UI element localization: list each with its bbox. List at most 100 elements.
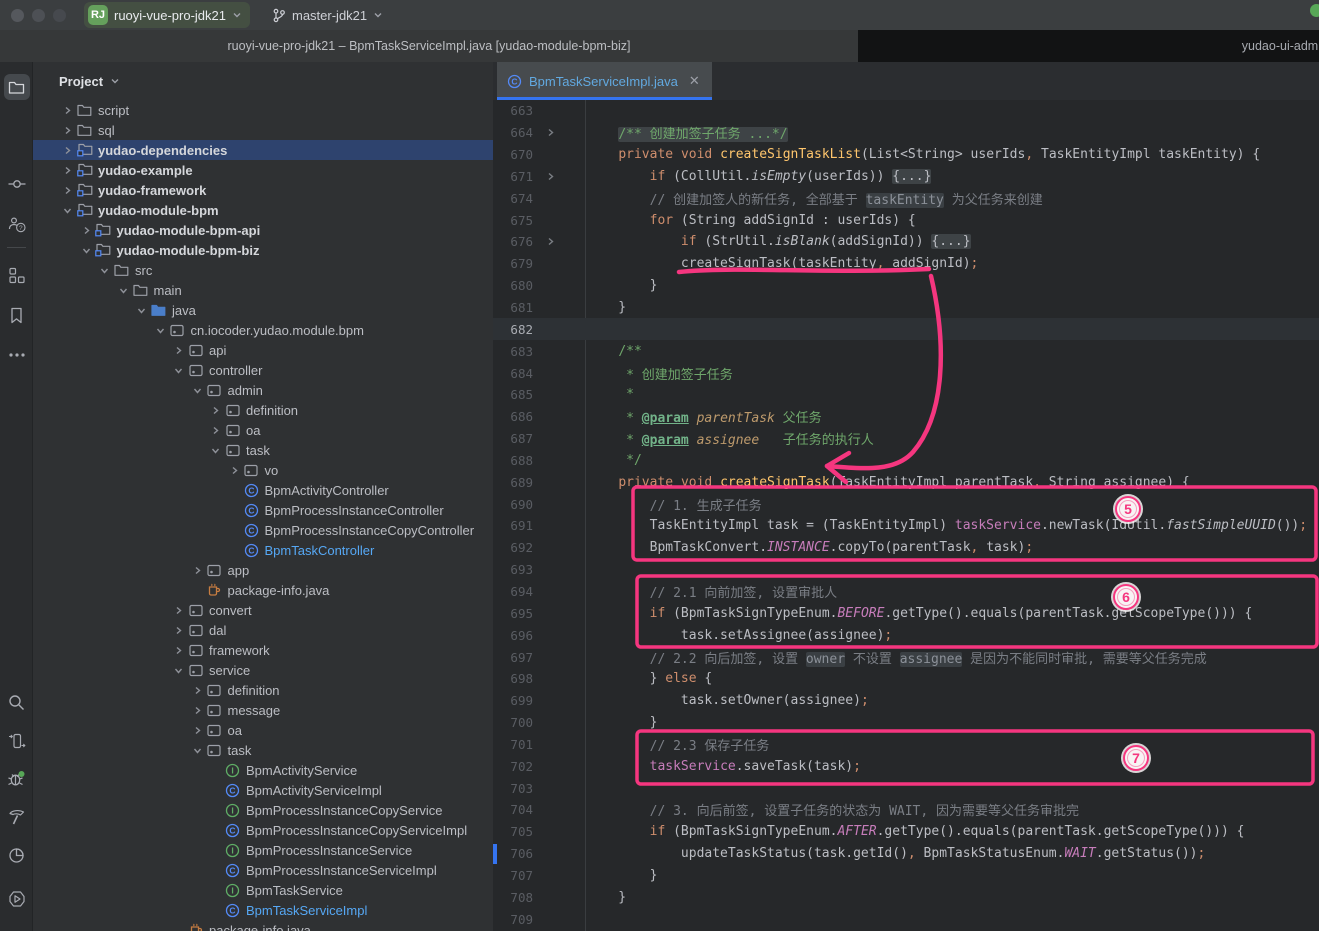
line-number[interactable]: 698 <box>493 671 533 686</box>
fold-chevron-icon[interactable] <box>533 172 567 181</box>
tree-chevron-icon[interactable] <box>207 442 224 458</box>
editor-gutter[interactable]: 703 <box>493 777 585 799</box>
code-line[interactable]: 674 // 创建加签人的新任务, 全部基于 taskEntity 为父任务来创… <box>493 187 1319 209</box>
debug-icon[interactable] <box>0 764 33 794</box>
code-line[interactable]: 702 taskService.saveTask(task); <box>493 755 1319 777</box>
tree-item[interactable]: main <box>33 280 493 300</box>
tree-chevron-icon[interactable] <box>189 682 206 698</box>
line-number[interactable]: 675 <box>493 213 533 228</box>
tree-item[interactable]: script <box>33 100 493 120</box>
line-number[interactable]: 681 <box>493 300 533 315</box>
editor-gutter[interactable]: 708 <box>493 886 585 908</box>
line-number[interactable]: 708 <box>493 890 533 905</box>
tree-item[interactable]: vo <box>33 460 493 480</box>
tree-item[interactable]: IBpmProcessInstanceCopyService <box>33 800 493 820</box>
tree-item[interactable]: cn.iocoder.yudao.module.bpm <box>33 320 493 340</box>
editor-gutter[interactable]: 686 <box>493 406 585 428</box>
tree-item[interactable]: oa <box>33 420 493 440</box>
line-number[interactable]: 685 <box>493 387 533 402</box>
tree-chevron-icon[interactable] <box>189 742 206 758</box>
tree-chevron-icon[interactable] <box>59 182 76 198</box>
tree-item[interactable]: yudao-dependencies <box>33 140 493 160</box>
search-icon[interactable] <box>0 687 33 717</box>
editor-gutter[interactable]: 684 <box>493 362 585 384</box>
tree-chevron-icon[interactable] <box>170 642 187 658</box>
editor-gutter[interactable]: 670 <box>493 144 585 166</box>
tree-item[interactable]: CBpmProcessInstanceCopyServiceImpl <box>33 820 493 840</box>
tree-item[interactable]: admin <box>33 380 493 400</box>
tree-item[interactable]: task <box>33 740 493 760</box>
tree-chevron-icon[interactable] <box>59 142 76 158</box>
tree-item[interactable]: CBpmActivityServiceImpl <box>33 780 493 800</box>
code-line[interactable]: 689 private void createSignTask(TaskEnti… <box>493 471 1319 493</box>
code-line[interactable]: 664 /** 创建加签子任务 ...*/ <box>493 122 1319 144</box>
tree-item[interactable]: convert <box>33 600 493 620</box>
code-line[interactable]: 680 } <box>493 275 1319 297</box>
editor-gutter[interactable]: 694 <box>493 581 585 603</box>
commit-icon[interactable] <box>0 169 33 199</box>
editor-gutter[interactable]: 676 <box>493 231 585 253</box>
tree-chevron-icon[interactable] <box>170 662 187 678</box>
tree-item[interactable]: framework <box>33 640 493 660</box>
project-widget[interactable]: RJ ruoyi-vue-pro-jdk21 <box>84 2 250 28</box>
line-number[interactable]: 679 <box>493 256 533 271</box>
code-line[interactable]: 697 // 2.2 向后加签, 设置 owner 不设置 assignee 是… <box>493 646 1319 668</box>
editor-gutter[interactable]: 692 <box>493 537 585 559</box>
line-number[interactable]: 664 <box>493 125 533 140</box>
line-number[interactable]: 683 <box>493 344 533 359</box>
line-number[interactable]: 705 <box>493 824 533 839</box>
code-line[interactable]: 708 } <box>493 886 1319 908</box>
editor-gutter[interactable]: 700 <box>493 712 585 734</box>
tree-item[interactable]: controller <box>33 360 493 380</box>
project-panel-header[interactable]: Project <box>33 62 493 100</box>
editor-gutter[interactable]: 683 <box>493 340 585 362</box>
editor-gutter[interactable]: 680 <box>493 275 585 297</box>
line-number[interactable]: 687 <box>493 431 533 446</box>
code-line[interactable]: 682 <box>493 318 1319 340</box>
tree-item[interactable]: CBpmProcessInstanceCopyController <box>33 520 493 540</box>
line-number[interactable]: 709 <box>493 912 533 927</box>
more-icon[interactable] <box>0 340 33 370</box>
editor-gutter[interactable]: 675 <box>493 209 585 231</box>
tree-chevron-icon[interactable] <box>170 362 187 378</box>
tree-item[interactable]: yudao-module-bpm-biz <box>33 240 493 260</box>
code-line[interactable]: 676 if (StrUtil.isBlank(addSignId)) {...… <box>493 231 1319 253</box>
tree-item[interactable]: task <box>33 440 493 460</box>
line-number[interactable]: 693 <box>493 562 533 577</box>
tree-item[interactable]: service <box>33 660 493 680</box>
tree-item[interactable]: app <box>33 560 493 580</box>
code-line[interactable]: 675 for (String addSignId : userIds) { <box>493 209 1319 231</box>
build-icon[interactable] <box>0 802 33 832</box>
editor-gutter[interactable]: 702 <box>493 755 585 777</box>
tree-item[interactable]: CBpmTaskController <box>33 540 493 560</box>
editor-gutter[interactable]: 709 <box>493 908 585 930</box>
tree-chevron-icon[interactable] <box>59 202 76 218</box>
profiler-icon[interactable] <box>0 840 33 870</box>
editor-gutter[interactable]: 698 <box>493 668 585 690</box>
line-number[interactable]: 704 <box>493 802 533 817</box>
line-number[interactable]: 674 <box>493 191 533 206</box>
line-number[interactable]: 689 <box>493 475 533 490</box>
editor-gutter[interactable]: 687 <box>493 428 585 450</box>
code-line[interactable]: 681 } <box>493 297 1319 319</box>
line-number[interactable]: 701 <box>493 737 533 752</box>
code-line[interactable]: 694 // 2.1 向前加签, 设置审批人 <box>493 581 1319 603</box>
tree-chevron-icon[interactable] <box>59 122 76 138</box>
line-number[interactable]: 690 <box>493 497 533 512</box>
tree-chevron-icon[interactable] <box>59 102 76 118</box>
code-line[interactable]: 685 * <box>493 384 1319 406</box>
editor-gutter[interactable]: 704 <box>493 799 585 821</box>
tree-item[interactable]: IBpmActivityService <box>33 760 493 780</box>
tree-item[interactable]: IBpmProcessInstanceService <box>33 840 493 860</box>
tree-item[interactable]: yudao-example <box>33 160 493 180</box>
code-line[interactable]: 700 } <box>493 712 1319 734</box>
line-number[interactable]: 663 <box>493 103 533 118</box>
tree-chevron-icon[interactable] <box>152 322 169 338</box>
bookmarks-icon[interactable] <box>0 300 33 330</box>
line-number[interactable]: 707 <box>493 868 533 883</box>
code-line[interactable]: 704 // 3. 向后前签, 设置子任务的状态为 WAIT, 因为需要等父任务… <box>493 799 1319 821</box>
line-number[interactable]: 671 <box>493 169 533 184</box>
run-window-icon[interactable] <box>0 726 33 756</box>
code-line[interactable]: 684 * 创建加签子任务 <box>493 362 1319 384</box>
tree-item[interactable]: definition <box>33 680 493 700</box>
